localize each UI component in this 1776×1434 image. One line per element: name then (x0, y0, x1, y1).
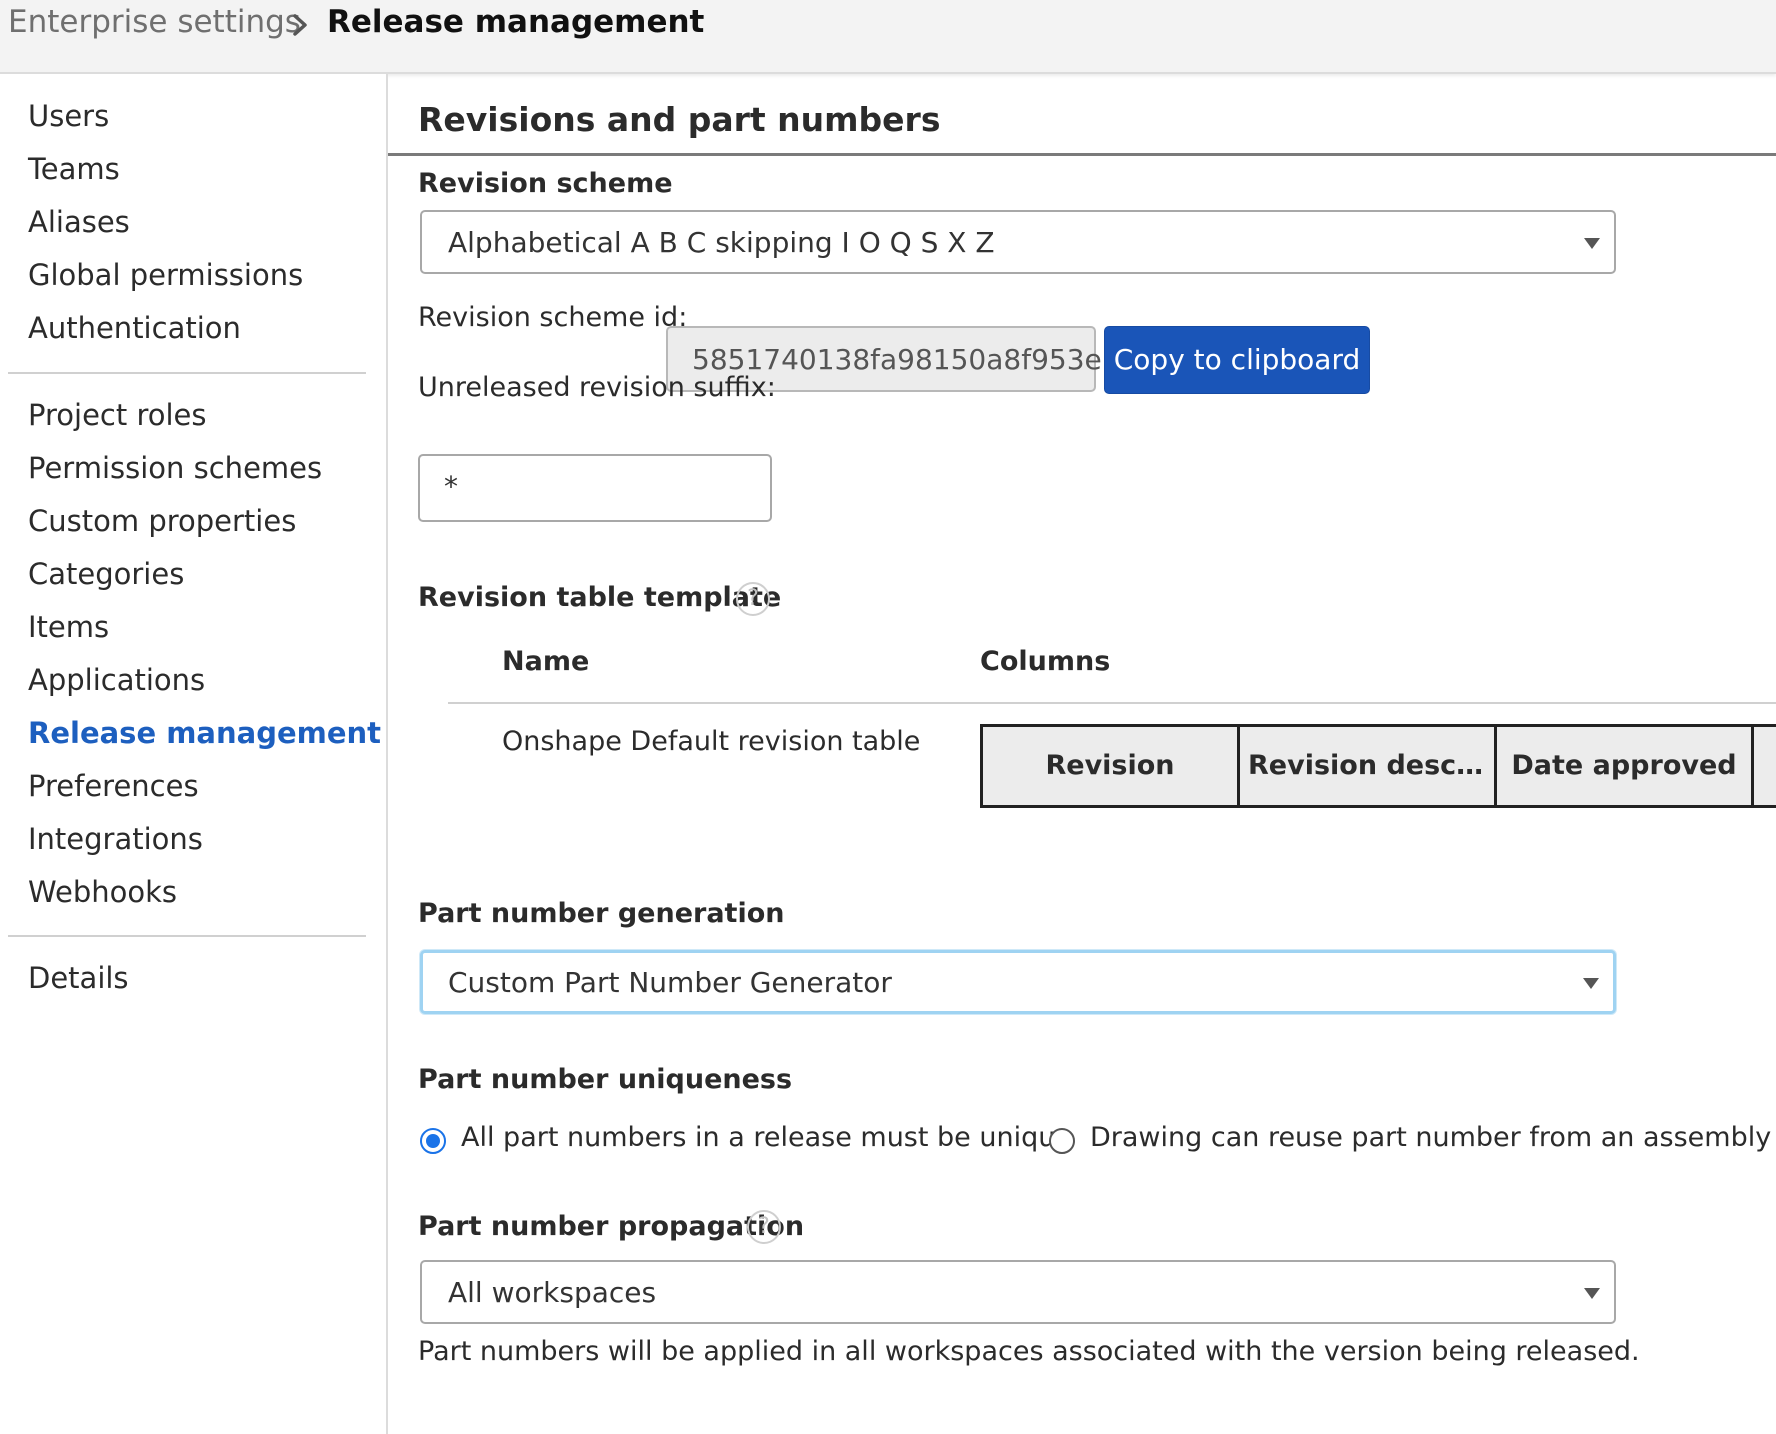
sidebar-item-global-permissions[interactable]: Global permissions (28, 258, 303, 292)
sidebar-item-integrations[interactable]: Integrations (28, 822, 203, 856)
template-columns: Revision Revision descrip… Date approved (980, 724, 1776, 808)
unreleased-suffix-value: * (444, 470, 458, 503)
title-divider (388, 153, 1776, 156)
help-icon[interactable]: ? (747, 1210, 781, 1244)
sidebar-item-release-management[interactable]: Release management (28, 716, 381, 750)
radio-drawing-reuse-label[interactable]: Drawing can reuse part number from an as… (1090, 1122, 1776, 1153)
template-name[interactable]: Onshape Default revision table (502, 726, 920, 757)
scheme-id-label: Revision scheme id: (418, 302, 688, 333)
caret-down-icon (1583, 978, 1599, 989)
part-number-generation-value: Custom Part Number Generator (448, 966, 892, 999)
table-header-name: Name (502, 646, 590, 677)
breadcrumb-current: Release management (327, 4, 705, 40)
caret-down-icon (1584, 1288, 1600, 1299)
main-panel: Revisions and part numbers Revision sche… (388, 74, 1776, 1434)
part-number-generation-label: Part number generation (418, 898, 785, 929)
radio-unique-all-label[interactable]: All part numbers in a release must be un… (461, 1122, 1072, 1153)
table-header-divider (448, 702, 1776, 704)
radio-unique-all[interactable] (420, 1128, 446, 1154)
sidebar-item-custom-properties[interactable]: Custom properties (28, 504, 296, 538)
template-column-cell: Date approved (1494, 724, 1754, 808)
unreleased-suffix-input[interactable]: * (418, 454, 772, 522)
breadcrumb-bar: Enterprise settings Release management (0, 0, 1776, 74)
sidebar-item-aliases[interactable]: Aliases (28, 205, 130, 239)
template-column-cell (1751, 724, 1776, 808)
section-title: Revisions and part numbers (418, 100, 941, 139)
breadcrumb-parent-link[interactable]: Enterprise settings (8, 4, 301, 40)
sidebar-item-details[interactable]: Details (28, 961, 129, 995)
unreleased-suffix-label: Unreleased revision suffix: (418, 372, 776, 403)
sidebar-item-preferences[interactable]: Preferences (28, 769, 199, 803)
revision-table-template-label: Revision table template (418, 582, 782, 613)
revision-scheme-select[interactable]: Alphabetical A B C skipping I O Q S X Z (420, 210, 1616, 274)
sidebar-divider (8, 372, 366, 374)
copy-to-clipboard-button[interactable]: Copy to clipboard (1104, 326, 1370, 394)
help-icon[interactable]: ? (736, 582, 770, 616)
part-number-propagation-select[interactable]: All workspaces (420, 1260, 1616, 1324)
table-header-columns: Columns (980, 646, 1111, 677)
part-number-uniqueness-label: Part number uniqueness (418, 1064, 793, 1095)
propagation-helper-text: Part numbers will be applied in all work… (418, 1336, 1640, 1367)
part-number-generation-select[interactable]: Custom Part Number Generator (420, 950, 1616, 1014)
sidebar-divider (8, 935, 366, 937)
template-column-cell: Revision (980, 724, 1240, 808)
sidebar-item-teams[interactable]: Teams (28, 152, 120, 186)
radio-drawing-reuse[interactable] (1049, 1128, 1075, 1154)
revision-scheme-value: Alphabetical A B C skipping I O Q S X Z (448, 226, 995, 259)
part-number-propagation-value: All workspaces (448, 1276, 657, 1309)
sidebar-item-categories[interactable]: Categories (28, 557, 184, 591)
revision-scheme-label: Revision scheme (418, 168, 673, 199)
sidebar-item-users[interactable]: Users (28, 99, 109, 133)
chevron-right-icon (293, 14, 307, 36)
sidebar-item-items[interactable]: Items (28, 610, 109, 644)
caret-down-icon (1584, 238, 1600, 249)
template-column-cell: Revision descrip… (1237, 724, 1497, 808)
sidebar-item-project-roles[interactable]: Project roles (28, 398, 206, 432)
sidebar-item-permission-schemes[interactable]: Permission schemes (28, 451, 322, 485)
sidebar-nav: Users Teams Aliases Global permissions A… (0, 74, 388, 1434)
sidebar-item-webhooks[interactable]: Webhooks (28, 875, 177, 909)
sidebar-item-authentication[interactable]: Authentication (28, 311, 241, 345)
sidebar-item-applications[interactable]: Applications (28, 663, 205, 697)
